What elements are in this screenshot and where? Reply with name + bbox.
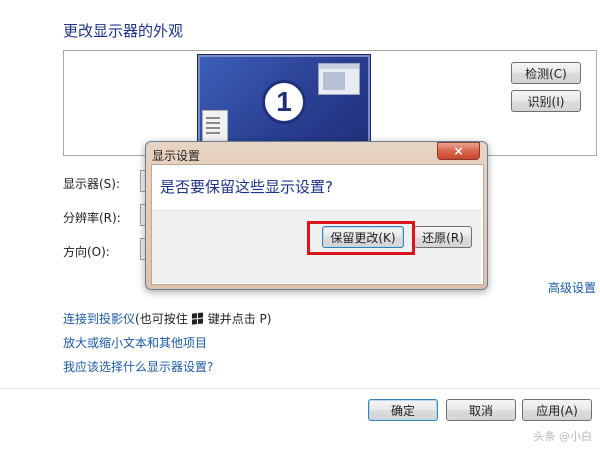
ok-button[interactable]: 确定 bbox=[368, 399, 438, 421]
display-label: 显示器(S): bbox=[63, 177, 121, 191]
projector-hint-suffix: 键并点击 P) bbox=[207, 312, 272, 326]
identify-button[interactable]: 识别(I) bbox=[511, 90, 581, 112]
page-title: 更改显示器的外观 bbox=[63, 22, 184, 40]
dialog-close-icon[interactable]: × bbox=[437, 142, 480, 160]
monitor-window-thumbnail bbox=[318, 63, 360, 95]
advanced-settings-link[interactable]: 高级设置 bbox=[548, 279, 596, 296]
monitor-number-badge: 1 bbox=[262, 80, 306, 124]
detect-button[interactable]: 检测(C) bbox=[511, 62, 581, 84]
display-help-link[interactable]: 我应该选择什么显示器设置? bbox=[63, 358, 213, 375]
monitor-sidebar-thumbnail bbox=[202, 110, 228, 142]
highlight-box bbox=[307, 221, 415, 255]
revert-button[interactable]: 还原(R) bbox=[414, 226, 472, 248]
orientation-label: 方向(O): bbox=[63, 245, 110, 259]
connect-projector-link[interactable]: 连接到投影仪 bbox=[63, 312, 135, 326]
footer-divider bbox=[0, 388, 600, 389]
resolution-label: 分辨率(R): bbox=[63, 211, 121, 225]
dialog-question: 是否要保留这些显示设置? bbox=[160, 178, 333, 196]
dialog-title: 显示设置 bbox=[152, 149, 201, 163]
watermark: 头条 @小白 bbox=[533, 430, 593, 443]
text-size-link[interactable]: 放大或缩小文本和其他项目 bbox=[63, 334, 207, 351]
projector-hint-prefix: (也可按住 bbox=[135, 312, 188, 326]
apply-button[interactable]: 应用(A) bbox=[522, 399, 592, 421]
projector-row: 连接到投影仪(也可按住 键并点击 P) bbox=[63, 310, 271, 327]
cancel-button[interactable]: 取消 bbox=[446, 399, 516, 421]
windows-logo-icon bbox=[191, 312, 204, 325]
